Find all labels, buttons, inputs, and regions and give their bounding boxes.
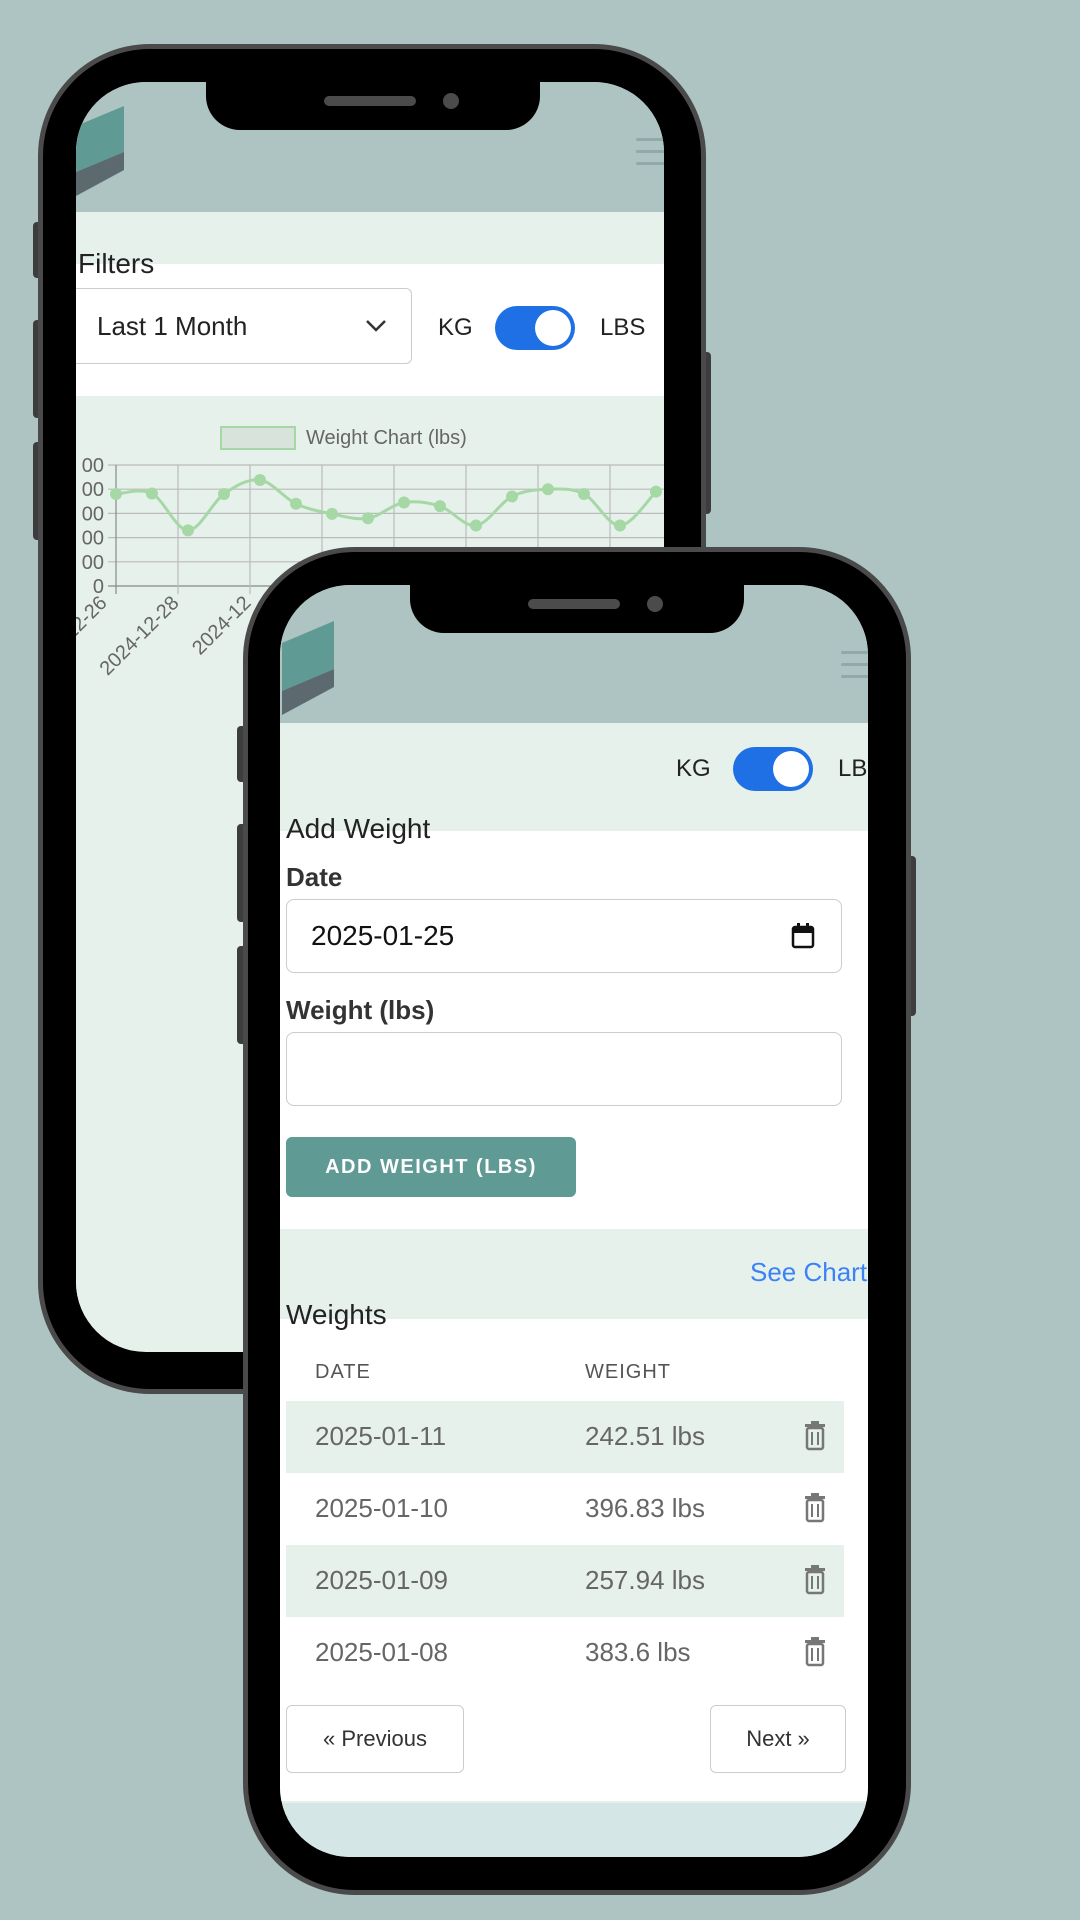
chart-point: [578, 488, 590, 501]
logo-icon: [282, 621, 334, 715]
chart-point: [398, 496, 410, 509]
chevron-down-icon: [366, 320, 386, 332]
chart-point: [218, 488, 230, 501]
range-select-value: Last 1 Month: [97, 311, 248, 341]
date-label: Date: [286, 862, 343, 892]
calendar-icon[interactable]: [791, 923, 815, 949]
chart-y-ticks: 00000000000: [82, 455, 104, 598]
row-weight: 242.51 lbs: [585, 1421, 705, 1451]
y-tick-label: 00: [82, 552, 104, 574]
trash-icon[interactable]: [804, 1565, 826, 1595]
row-weight: 383.6 lbs: [585, 1637, 691, 1667]
chart-point: [110, 488, 122, 501]
y-tick-label: 00: [82, 479, 104, 501]
unit-toggle[interactable]: [733, 747, 813, 791]
chart-point: [182, 524, 194, 537]
row-date: 2025-01-08: [315, 1637, 448, 1667]
table-row: 2025-01-10 396.83 lbs: [286, 1473, 844, 1545]
menu-icon[interactable]: [841, 651, 868, 679]
unit-lbs-label: LBS: [600, 314, 646, 341]
row-date: 2025-01-10: [315, 1493, 448, 1523]
legend-label: Weight Chart (lbs): [306, 427, 467, 449]
chart-point: [470, 519, 482, 532]
row-date: 2025-01-09: [315, 1565, 448, 1595]
weight-label: Weight (lbs): [286, 995, 435, 1025]
table-header-date: DATE: [315, 1361, 371, 1383]
chart-x-ticks: 2024-12-262024-12-28 2024-12: [76, 592, 256, 680]
chart-point: [506, 490, 518, 503]
menu-icon[interactable]: [636, 138, 664, 166]
unit-lbs-label: LBS: [838, 755, 868, 782]
chart-point: [254, 474, 266, 487]
y-tick-label: 00: [82, 503, 104, 525]
unit-toggle[interactable]: [495, 306, 575, 350]
unit-kg-label: KG: [676, 755, 711, 782]
chart-point: [362, 512, 374, 525]
row-weight: 396.83 lbs: [585, 1493, 705, 1523]
chart-point: [614, 519, 626, 532]
weights-title: Weights: [286, 1299, 387, 1330]
chart-point: [326, 507, 338, 520]
table-row: 2025-01-09 257.94 lbs: [286, 1545, 844, 1617]
front-phone-screen: KG LBS Add Weight Date 2025-01-25 Weight…: [280, 585, 868, 1857]
add-weight-button[interactable]: ADD WEIGHT (LBS): [286, 1137, 576, 1197]
range-select[interactable]: Last 1 Month: [76, 288, 412, 364]
chart-points: [110, 474, 662, 537]
legend-swatch: [220, 426, 296, 450]
add-weight-title: Add Weight: [286, 813, 431, 844]
date-input[interactable]: 2025-01-25: [286, 899, 842, 973]
row-weight: 257.94 lbs: [585, 1565, 705, 1595]
table-header-weight: WEIGHT: [585, 1361, 671, 1383]
back-notch: [206, 82, 540, 130]
unit-kg-label: KG: [438, 314, 473, 341]
chart-point: [650, 485, 662, 498]
footer-bar: [280, 1803, 868, 1857]
previous-button[interactable]: « Previous: [286, 1705, 464, 1773]
front-notch: [410, 585, 744, 633]
trash-icon[interactable]: [804, 1637, 826, 1667]
next-button[interactable]: Next »: [710, 1705, 846, 1773]
see-chart-link[interactable]: See Chart: [750, 1257, 867, 1288]
filters-title: Filters: [78, 248, 155, 279]
toggle-knob: [773, 751, 809, 787]
chart-point: [434, 500, 446, 513]
speaker-icon: [528, 599, 620, 609]
camera-icon: [647, 596, 663, 612]
weight-input[interactable]: [286, 1032, 842, 1106]
row-date: 2025-01-11: [315, 1421, 447, 1451]
y-tick-label: 00: [82, 455, 104, 477]
speaker-icon: [324, 96, 416, 106]
chart-point: [146, 487, 158, 500]
y-tick-label: 00: [82, 528, 104, 550]
logo-icon: [76, 106, 124, 196]
camera-icon: [443, 93, 459, 109]
chart-point: [290, 497, 302, 510]
trash-icon[interactable]: [804, 1421, 826, 1451]
table-row: 2025-01-11 242.51 lbs: [286, 1401, 844, 1473]
date-input-value: 2025-01-25: [311, 920, 455, 951]
table-row: 2025-01-08 383.6 lbs: [286, 1617, 844, 1689]
chart-series-line: [115, 478, 658, 532]
toggle-knob: [535, 310, 571, 346]
chart-point: [542, 483, 554, 496]
trash-icon[interactable]: [804, 1493, 826, 1523]
